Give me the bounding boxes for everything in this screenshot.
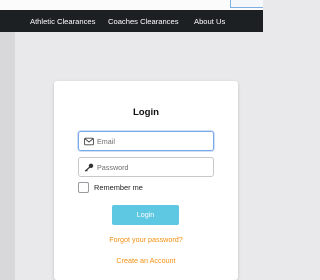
- remember-me-checkbox[interactable]: [78, 182, 89, 193]
- email-field-wrapper: [78, 131, 214, 151]
- nav-link-coaches-clearances[interactable]: Coaches Clearances: [108, 16, 179, 27]
- left-side-strip: [0, 32, 15, 280]
- email-field[interactable]: [97, 132, 209, 150]
- remember-me-label: Remember me: [94, 183, 143, 192]
- key-icon: [84, 163, 94, 172]
- login-button[interactable]: Login: [112, 205, 179, 225]
- login-card: Login Remember me Login Forgot your pass…: [54, 81, 238, 280]
- nav-link-athletic-clearances[interactable]: Athletic Clearances: [30, 16, 95, 27]
- forgot-password-link[interactable]: Forgot your password?: [54, 235, 238, 245]
- login-title: Login: [132, 107, 160, 118]
- top-navbar: Athletic Clearances Coaches Clearances A…: [0, 10, 263, 32]
- browser-top-strip: [0, 0, 263, 10]
- password-field[interactable]: [97, 158, 209, 176]
- browser-tab-fragment[interactable]: [230, 0, 263, 8]
- nav-link-about-us[interactable]: About Us: [194, 16, 225, 27]
- create-account-link[interactable]: Create an Account: [54, 256, 238, 266]
- envelope-icon: [84, 137, 94, 146]
- password-field-wrapper: [78, 157, 214, 177]
